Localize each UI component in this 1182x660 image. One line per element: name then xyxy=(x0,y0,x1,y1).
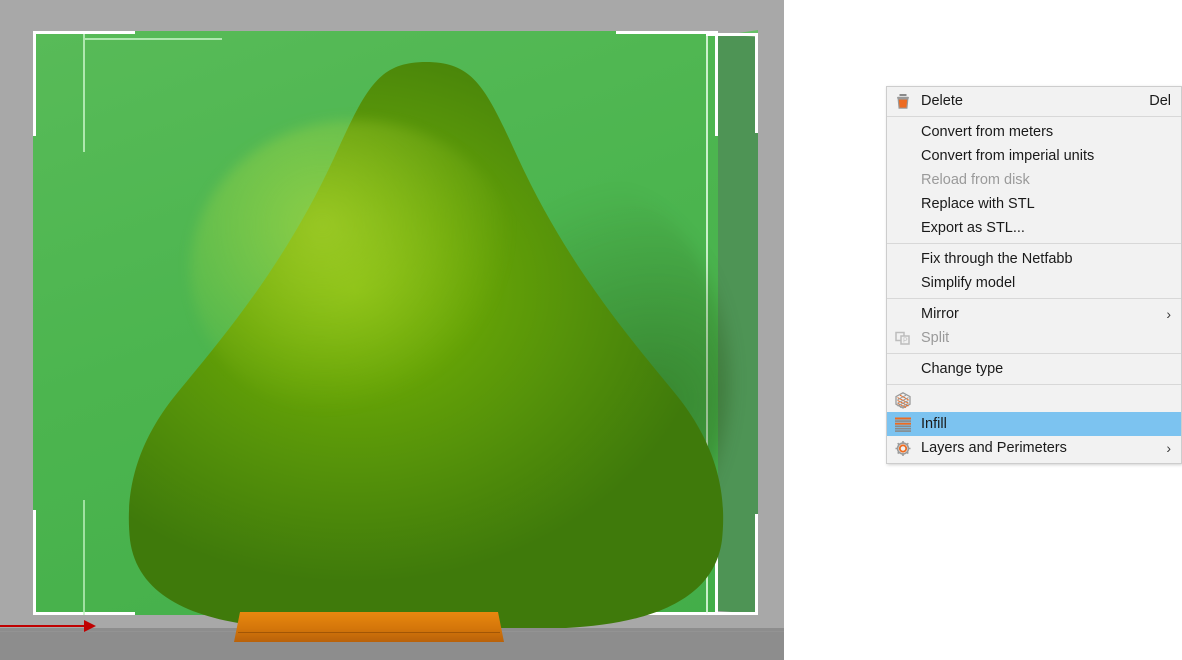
menu-item-label: Convert from imperial units xyxy=(921,148,1094,164)
selection-bracket xyxy=(715,31,718,136)
selection-bracket xyxy=(755,514,758,614)
menu-item-simplify-model[interactable]: Simplify model xyxy=(887,271,1181,295)
modifier-box-edge xyxy=(85,38,222,40)
selection-bracket xyxy=(33,510,36,615)
selection-bracket xyxy=(755,33,758,133)
menu-item-label: Reload from disk xyxy=(921,172,1030,188)
selection-bracket xyxy=(706,612,758,615)
menu-item-label: Delete xyxy=(921,93,963,109)
menu-item-convert-from-meters[interactable]: Convert from meters xyxy=(887,120,1181,144)
split-icon: P xyxy=(893,329,913,348)
selection-bracket xyxy=(706,33,758,36)
chevron-right-icon: › xyxy=(1166,306,1171,322)
menu-separator xyxy=(887,116,1181,117)
menu-item-fix-through-netfabb[interactable]: Fix through the Netfabb xyxy=(887,247,1181,271)
model-raft-line xyxy=(238,632,500,633)
menu-separator xyxy=(887,298,1181,299)
menu-item-label: Infill xyxy=(921,416,947,432)
menu-item-layers-and-perimeters[interactable]: Infill xyxy=(887,412,1181,436)
menu-item-label: Change type xyxy=(921,361,1003,377)
menu-item-label: Mirror xyxy=(921,306,959,322)
x-axis-arrow xyxy=(0,625,92,627)
menu-item-label: Replace with STL xyxy=(921,196,1035,212)
prusaslicer-window: Name Editi kap.stl xyxy=(0,0,1182,660)
menu-item-change-type[interactable]: Change type xyxy=(887,357,1181,381)
menu-item-replace-with-stl[interactable]: Replace with STL xyxy=(887,192,1181,216)
svg-text:P: P xyxy=(903,338,908,345)
menu-separator xyxy=(887,353,1181,354)
menu-item-label: Fix through the Netfabb xyxy=(921,251,1073,267)
model-raft xyxy=(234,612,504,642)
menu-item-label: Simplify model xyxy=(921,275,1015,291)
trash-icon xyxy=(893,92,913,111)
menu-item-export-as-stl[interactable]: Export as STL... xyxy=(887,216,1181,240)
menu-item-label: Split xyxy=(921,330,949,346)
menu-item-convert-from-imperial-units[interactable]: Convert from imperial units xyxy=(887,144,1181,168)
modifier-box-edge xyxy=(83,500,85,615)
menu-item-accel: Del xyxy=(1149,93,1171,109)
chevron-right-icon: › xyxy=(1166,440,1171,456)
menu-item-add-settings[interactable]: Layers and Perimeters › xyxy=(887,436,1181,460)
menu-separator xyxy=(887,384,1181,385)
modifier-box-edge xyxy=(83,34,85,152)
menu-separator xyxy=(887,243,1181,244)
menu-item-label: Layers and Perimeters xyxy=(921,440,1067,456)
gear-icon xyxy=(893,439,913,458)
3d-viewport[interactable] xyxy=(0,0,784,660)
x-axis-arrow-head xyxy=(84,620,96,632)
selection-bracket xyxy=(33,31,36,136)
menu-item-label: Export as STL... xyxy=(921,220,1025,236)
layers-icon xyxy=(893,415,913,434)
menu-item-infill[interactable] xyxy=(887,388,1181,412)
menu-item-delete[interactable]: Delete Del xyxy=(887,89,1181,113)
model-highlight xyxy=(190,120,520,420)
object-context-menu[interactable]: Delete Del Convert from meters Convert f… xyxy=(886,86,1182,464)
menu-item-mirror[interactable]: Mirror › xyxy=(887,302,1181,326)
selection-bracket xyxy=(616,31,718,34)
infill-icon xyxy=(893,391,913,410)
menu-item-split: P Split xyxy=(887,326,1181,350)
menu-item-label: Convert from meters xyxy=(921,124,1053,140)
menu-item-reload-from-disk: Reload from disk xyxy=(887,168,1181,192)
